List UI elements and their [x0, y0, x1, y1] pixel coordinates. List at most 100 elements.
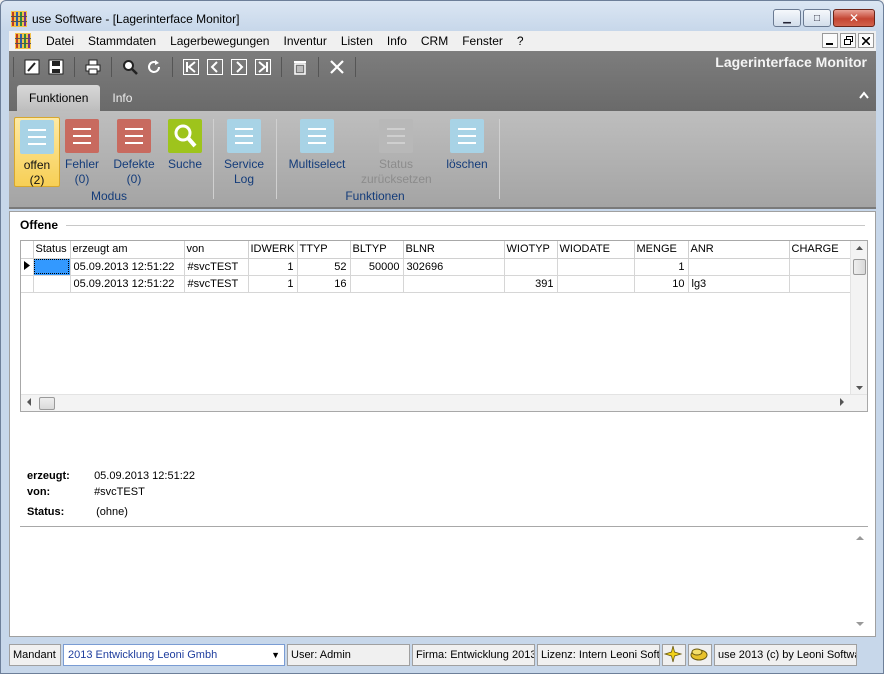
save-button[interactable]	[46, 57, 66, 77]
cell-blnr[interactable]	[403, 275, 505, 293]
service-log-button[interactable]: Service Log	[221, 117, 267, 187]
menu-help[interactable]: ?	[510, 31, 531, 51]
scroll-up-icon[interactable]	[856, 535, 864, 541]
column-header-ttyp[interactable]: TTYP	[297, 241, 351, 259]
cell-bltyp[interactable]	[350, 275, 404, 293]
chevron-down-icon[interactable]: ▼	[271, 645, 280, 665]
delete-button[interactable]	[290, 57, 310, 77]
cell-wiodate[interactable]	[557, 258, 635, 276]
mandant-select[interactable]: 2013 Entwicklung Leoni Gmbh ▼	[63, 644, 285, 666]
cell-wiotyp[interactable]	[504, 258, 558, 276]
next-record-button[interactable]	[229, 57, 249, 77]
scroll-up-icon[interactable]	[851, 245, 868, 251]
list-icon	[300, 119, 334, 153]
menu-inventur[interactable]: Inventur	[276, 31, 333, 51]
cell-idwerk[interactable]: 1	[248, 258, 298, 276]
cell-idwerk[interactable]: 1	[248, 275, 298, 293]
status-messages-button[interactable]	[688, 644, 712, 666]
mdi-close-button[interactable]	[858, 33, 874, 48]
column-header-idwerk[interactable]: IDWERK	[248, 241, 298, 259]
scroll-right-icon[interactable]	[839, 397, 845, 407]
previous-record-button[interactable]	[205, 57, 225, 77]
minimize-button[interactable]: ▁	[773, 9, 801, 27]
ribbon-group-label-funktionen: Funktionen	[345, 189, 405, 203]
column-header-wiotyp[interactable]: WIOTYP	[504, 241, 558, 259]
cell-wiotyp[interactable]: 391	[504, 275, 558, 293]
cancel-button[interactable]	[327, 57, 347, 77]
cell-ttyp[interactable]: 16	[297, 275, 351, 293]
column-header-menge[interactable]: MENGE	[634, 241, 689, 259]
menu-listen[interactable]: Listen	[334, 31, 380, 51]
table-row[interactable]: 05.09.2013 12:51:22 #svcTEST 1 52 50000 …	[21, 258, 856, 276]
loeschen-button[interactable]: löschen	[443, 117, 491, 172]
status-reset-button[interactable]: Status zurücksetzen	[361, 117, 432, 187]
cell-erzeugt-am[interactable]: 05.09.2013 12:51:22	[70, 275, 185, 293]
menu-lagerbewegungen[interactable]: Lagerbewegungen	[163, 31, 276, 51]
print-button[interactable]	[83, 57, 103, 77]
scroll-down-icon[interactable]	[851, 385, 868, 391]
scroll-down-icon[interactable]	[856, 621, 864, 627]
grid-vertical-scrollbar[interactable]	[850, 241, 867, 395]
menu-fenster[interactable]: Fenster	[455, 31, 510, 51]
cell-status[interactable]	[33, 258, 71, 276]
column-header-wiodate[interactable]: WIODATE	[557, 241, 635, 259]
cell-ttyp[interactable]: 52	[297, 258, 351, 276]
column-header-von[interactable]: von	[184, 241, 249, 259]
title-bar[interactable]: use Software - [Lagerinterface Monitor] …	[1, 1, 883, 31]
app-logo-icon[interactable]	[15, 33, 31, 49]
ribbon-group-modus: offen (2) Fehler (0) Defekte (0) Suche M…	[9, 111, 209, 207]
grid-horizontal-scrollbar[interactable]	[21, 394, 867, 411]
cell-anr[interactable]: lg3	[688, 275, 790, 293]
data-grid[interactable]: Status erzeugt am von IDWERK TTYP BLTYP …	[20, 240, 868, 412]
column-header-anr[interactable]: ANR	[688, 241, 790, 259]
status-lizenz: Lizenz: Intern Leoni Soft	[537, 644, 660, 666]
tab-funktionen[interactable]: Funktionen	[17, 85, 101, 111]
scroll-left-icon[interactable]	[26, 397, 32, 407]
last-record-button[interactable]	[253, 57, 273, 77]
modus-offen-button[interactable]: offen (2)	[14, 117, 60, 187]
table-row[interactable]: 05.09.2013 12:51:22 #svcTEST 1 16 391 10…	[21, 275, 856, 293]
cell-charge[interactable]	[789, 275, 856, 293]
edit-button[interactable]	[22, 57, 42, 77]
search-button[interactable]	[120, 57, 140, 77]
cell-status[interactable]	[33, 275, 71, 293]
mdi-minimize-button[interactable]	[822, 33, 838, 48]
cell-von[interactable]: #svcTEST	[184, 275, 249, 293]
ribbon-tabs: Funktionen Info	[17, 85, 144, 111]
cell-menge[interactable]: 10	[634, 275, 689, 293]
first-record-button[interactable]	[181, 57, 201, 77]
detail-vertical-scrollbar[interactable]	[851, 527, 868, 635]
column-header-status[interactable]: Status	[33, 241, 71, 259]
close-button[interactable]: ✕	[833, 9, 875, 27]
cell-erzeugt-am[interactable]: 05.09.2013 12:51:22	[70, 258, 185, 276]
detail-status-value: (ohne)	[96, 506, 128, 518]
grid-horizontal-scroll-thumb[interactable]	[39, 397, 55, 410]
cell-anr[interactable]	[688, 258, 790, 276]
maximize-button[interactable]: □	[803, 9, 831, 27]
menu-stammdaten[interactable]: Stammdaten	[81, 31, 163, 51]
cell-von[interactable]: #svcTEST	[184, 258, 249, 276]
modus-fehler-button[interactable]: Fehler (0)	[59, 117, 105, 187]
detail-text-area[interactable]	[20, 526, 868, 635]
multiselect-button[interactable]: Multiselect	[285, 117, 349, 172]
cell-charge[interactable]	[789, 258, 856, 276]
chevron-up-icon[interactable]	[859, 91, 869, 99]
tab-info[interactable]: Info	[100, 85, 144, 111]
mdi-restore-button[interactable]	[840, 33, 856, 48]
cell-bltyp[interactable]: 50000	[350, 258, 404, 276]
menu-crm[interactable]: CRM	[414, 31, 455, 51]
modus-defekte-button[interactable]: Defekte (0)	[109, 117, 159, 187]
status-sparkle-button[interactable]	[662, 644, 686, 666]
refresh-button[interactable]	[144, 57, 164, 77]
cell-wiodate[interactable]	[557, 275, 635, 293]
menu-datei[interactable]: Datei	[39, 31, 81, 51]
column-header-bltyp[interactable]: BLTYP	[350, 241, 404, 259]
modus-suche-button[interactable]: Suche	[162, 117, 208, 172]
column-header-blnr[interactable]: BLNR	[403, 241, 505, 259]
menu-info[interactable]: Info	[380, 31, 414, 51]
grid-vertical-scroll-thumb[interactable]	[853, 259, 866, 275]
cell-menge[interactable]: 1	[634, 258, 689, 276]
column-header-charge[interactable]: CHARGE	[789, 241, 856, 259]
column-header-erzeugt-am[interactable]: erzeugt am	[70, 241, 185, 259]
cell-blnr[interactable]: 302696	[403, 258, 505, 276]
